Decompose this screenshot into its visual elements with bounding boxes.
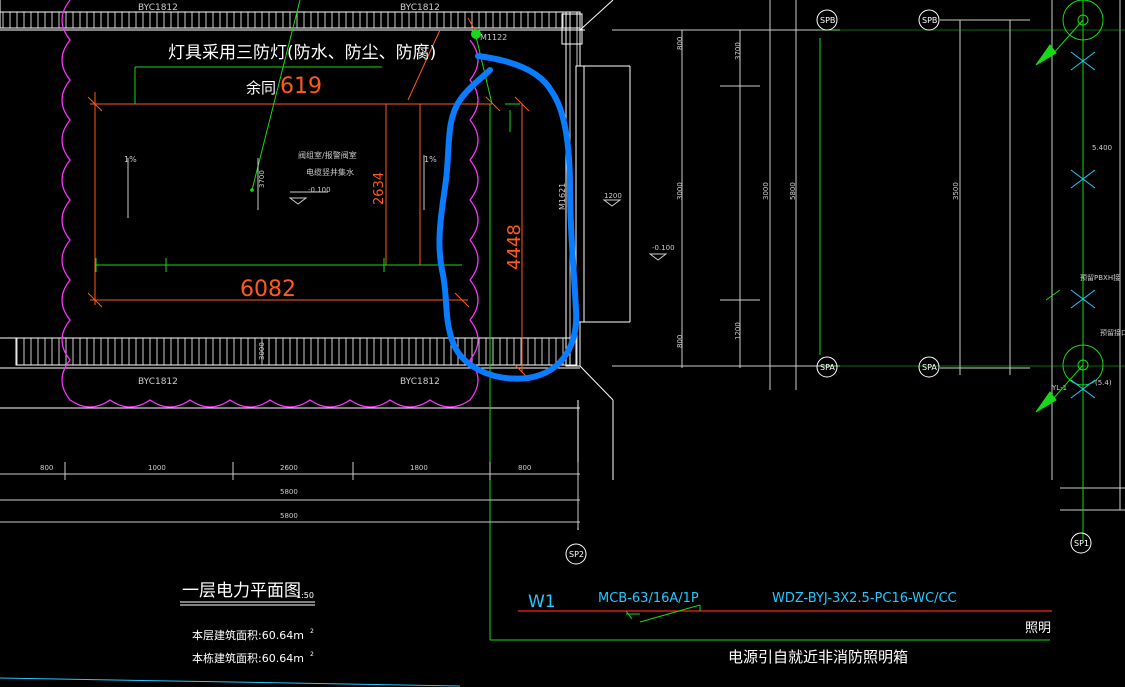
bottom-wall [15,337,577,366]
bottom-dimension-texts: 800 1000 2600 1800 800 5800 5800 [40,464,531,520]
source-note: 电源引自就近非消防照明箱 [728,648,908,666]
door-m1122: M1122 [480,33,507,42]
axis-label-spa-far: SPA [922,363,937,372]
cable-label: WDZ-BYJ-3X2.5-PC16-WC/CC [772,591,957,606]
inner-note: 1% [424,155,437,164]
bottom-total-2: 5800 [280,512,298,520]
remaining-prefix: 余同 [246,79,276,97]
drawing-title: 一层电力平面图 [182,581,301,601]
door-marker-dot [471,29,481,39]
dim-2634: 2634 [372,172,387,205]
room-level: -0.100 [308,186,331,194]
beam-label-top-left: BYC1812 [138,3,178,13]
axis-labels: SPB SPB SPA SPA SP2 SP1 [569,16,1089,559]
room-name-line1: 阀组室/报警阀室 [298,150,357,160]
right-text-1: 1200 [604,192,622,200]
vertical-dim-left: 3700 [258,170,266,188]
axis-label-sp1: SP1 [1074,539,1089,548]
axis-label-spb-far: SPB [922,16,937,25]
area-sup-1: 2 [310,628,314,635]
dim-4448: 4448 [504,224,525,270]
cad-drawing: BYC1812 BYC1812 BYC1812 BYC1812 灯具采用三防灯(… [0,0,1125,687]
area-line-1: 本层建筑面积:60.64m [192,628,304,642]
level-marker [648,253,668,261]
room-name-line2: 电缆竖井集水 [306,167,354,177]
area-sup-2: 2 [310,651,314,658]
axis-label-spb: SPB [820,16,835,25]
breaker-label: MCB-63/16A/1P [598,591,699,606]
right-structure [612,0,1125,540]
axis-label-sp2: SP2 [569,550,584,559]
small-right-5: (5.4) [1095,379,1112,387]
bottom-dim-3: 2600 [280,464,298,472]
top-wall [0,11,581,29]
right-dim-6: 5800 [789,182,797,200]
dim-6082: 6082 [240,277,296,302]
left-note: 1% [124,155,137,164]
right-dim-4: 3000 [762,182,770,200]
circuit-diagram: W1 MCB-63/16A/1P WDZ-BYJ-3X2.5-PC16-WC/C… [518,591,1052,666]
small-right-2: 预留PBXH接 [1080,273,1120,282]
beam-label-bottom-right: BYC1812 [400,377,440,387]
circuit-id: W1 [528,592,556,612]
load-label: 照明 [1025,621,1051,636]
right-dim-5: 800 [676,335,684,348]
title-block: 一层电力平面图 1:50 本层建筑面积:60.64m 2 本栋建筑面积:60.6… [180,581,315,665]
cut-off-text-line [0,677,461,687]
lamp-note: 灯具采用三防灯(防水、防尘、防腐) [168,43,436,63]
area-line-2: 本栋建筑面积:60.64m [192,651,304,665]
right-dim-3: 3000 [676,182,684,200]
level-marker-2 [602,199,622,207]
axis-bubbles [565,0,1104,565]
door-m1621: M1621 [558,183,567,210]
bottom-dim-2: 1000 [148,464,166,472]
right-dim-1: 800 [676,37,684,50]
bottom-dim-1: 800 [40,464,53,472]
level-right: -0.100 [652,244,675,252]
dimension-texts: 灯具采用三防灯(防水、防尘、防腐) 余同 619 6082 2634 4448 … [124,33,567,360]
beam-label-top-right: BYC1812 [400,3,440,13]
small-right-3: 预留接口 [1100,328,1125,337]
small-right-1: 5.400 [1092,144,1112,152]
drawing-scale: 1:50 [296,591,314,600]
right-dim-8: 3500 [952,182,960,200]
vertical-dim-mid: 3000 [258,342,266,360]
bottom-total-1: 5800 [280,488,298,496]
axis-label-spa: SPA [820,363,835,372]
bottom-dim-4: 1800 [410,464,428,472]
dim-619: 619 [280,74,322,99]
right-dim-7: 1200 [734,322,742,340]
bottom-dim-5: 800 [518,464,531,472]
green-arrows [1035,19,1084,413]
beam-label-bottom-left: BYC1812 [138,377,178,387]
right-dim-2: 3700 [734,42,742,60]
